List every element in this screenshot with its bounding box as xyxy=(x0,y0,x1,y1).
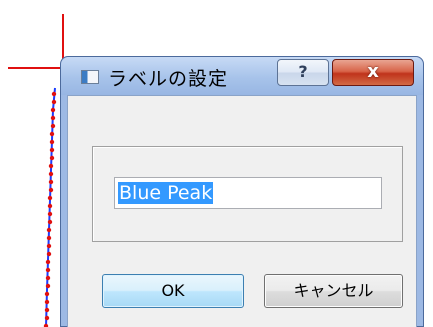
cancel-button[interactable]: キャンセル xyxy=(264,274,403,308)
app-window-icon xyxy=(81,70,99,84)
close-button[interactable]: x xyxy=(332,59,414,86)
close-icon: x xyxy=(367,61,379,82)
dialog-title: ラベルの設定 xyxy=(108,68,229,90)
crosshair-horizontal xyxy=(8,67,63,69)
dialog-client-area: Blue Peak OK キャンセル xyxy=(67,95,417,327)
ok-button[interactable]: OK xyxy=(102,274,244,308)
screen: ラベルの設定 ? x Blue Peak OK キャンセル xyxy=(0,0,433,327)
label-text-input[interactable]: Blue Peak xyxy=(114,177,382,209)
label-settings-dialog: ラベルの設定 ? x Blue Peak OK キャンセル xyxy=(60,56,424,327)
help-icon: ? xyxy=(298,62,308,81)
title-bar[interactable]: ラベルの設定 ? x xyxy=(61,57,423,95)
help-button[interactable]: ? xyxy=(277,59,329,86)
selected-text: Blue Peak xyxy=(118,182,214,204)
